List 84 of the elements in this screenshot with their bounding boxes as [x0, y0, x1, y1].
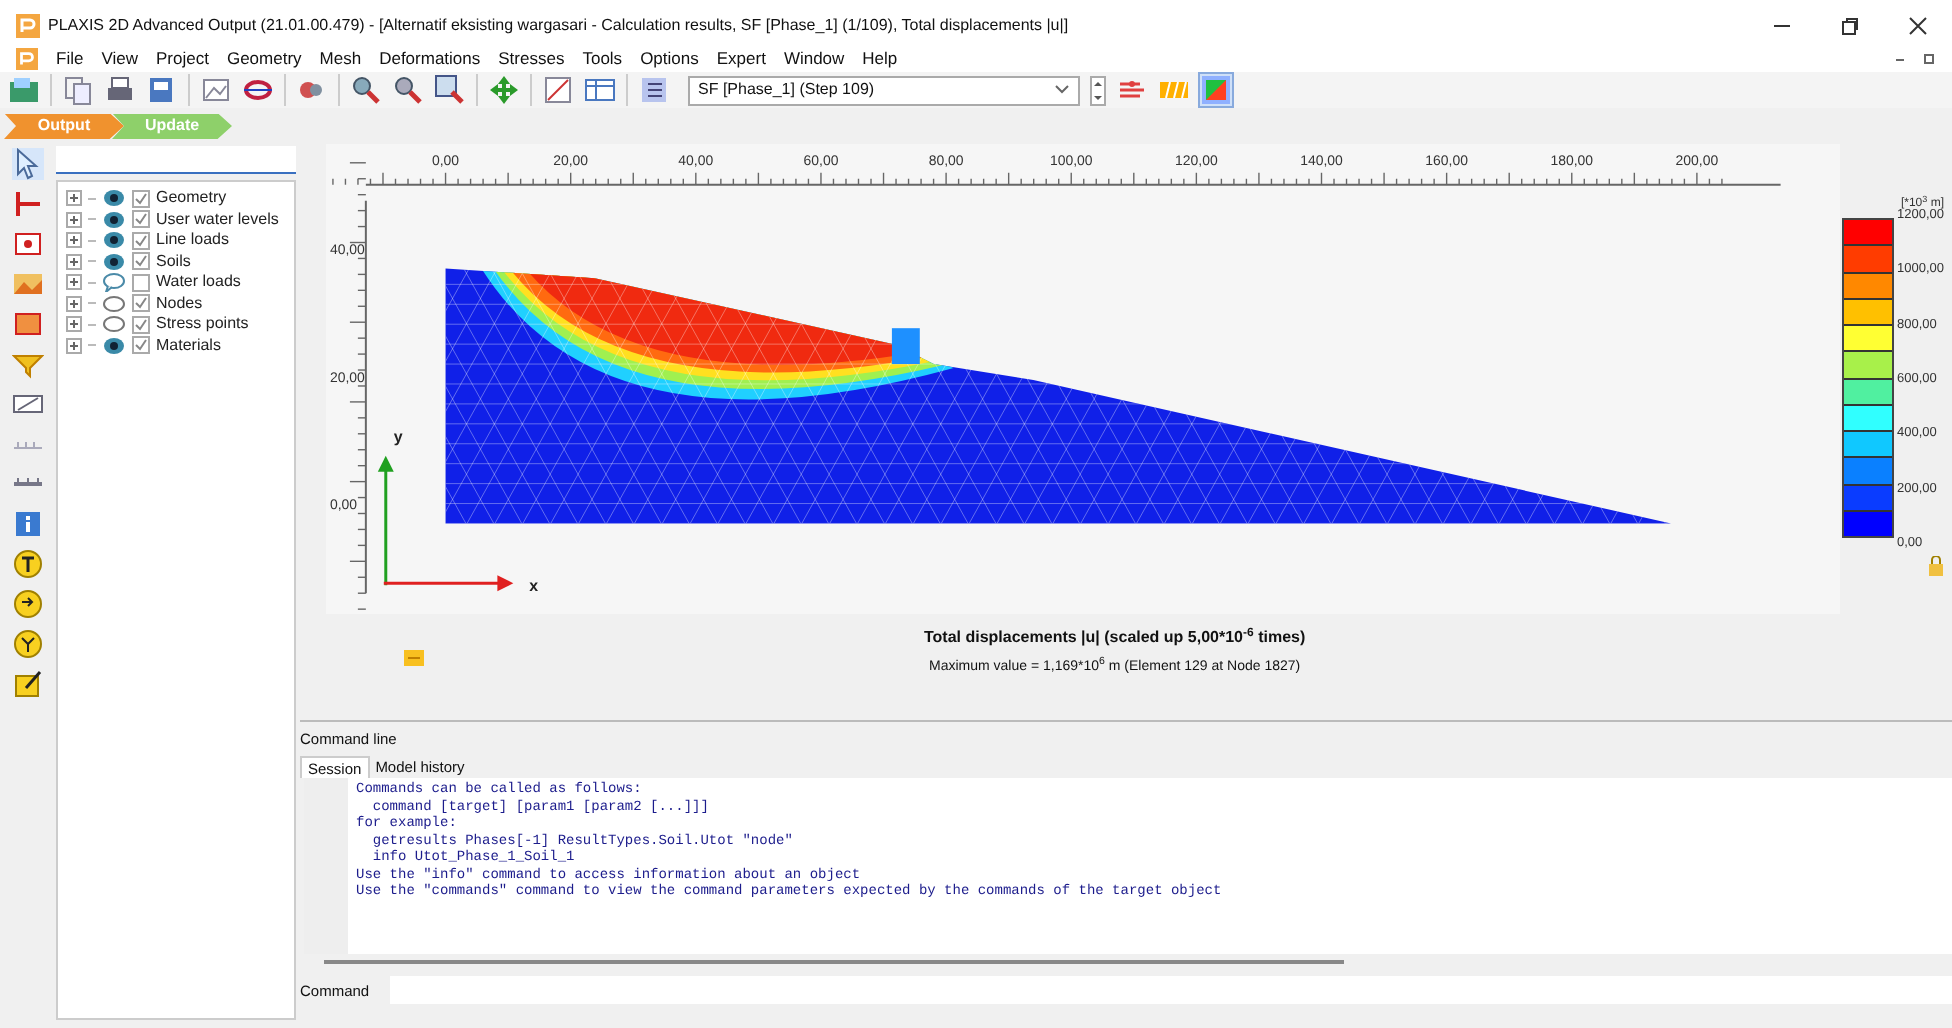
zoom-out-icon[interactable] [392, 74, 424, 106]
axis-label: y [393, 427, 403, 446]
eye-icon[interactable] [102, 251, 126, 272]
restore-icon[interactable] [1924, 52, 1936, 64]
checkbox[interactable] [132, 252, 150, 271]
checkbox[interactable] [132, 336, 150, 355]
close-icon[interactable] [1908, 16, 1928, 36]
contour-icon[interactable] [1200, 74, 1232, 106]
speech-bubble-icon[interactable] [102, 272, 126, 293]
tree-item-label[interactable]: Water loads [156, 270, 241, 295]
expand-icon[interactable] [66, 232, 82, 249]
menu-item[interactable]: File [56, 45, 84, 71]
select-points-icon[interactable] [12, 228, 44, 260]
x-axis-arrow [383, 575, 514, 592]
checkbox[interactable] [132, 294, 150, 313]
menu-item[interactable]: Options [640, 45, 699, 71]
tree-item-label[interactable]: User water levels [156, 207, 279, 232]
search-field[interactable] [56, 146, 296, 174]
tree-item-label[interactable]: Stress points [156, 312, 249, 337]
cursor-icon[interactable] [12, 148, 44, 180]
tree-item-label[interactable]: Materials [156, 333, 221, 358]
scrollbar[interactable] [324, 960, 1344, 965]
menu-item[interactable]: Deformations [379, 45, 481, 71]
arrow-label-icon[interactable] [12, 588, 44, 620]
cross-section-icon[interactable] [12, 188, 44, 220]
ellipse-icon[interactable] [102, 293, 126, 314]
text-label-icon[interactable] [12, 548, 44, 580]
expand-icon[interactable] [66, 316, 82, 333]
menu-item[interactable]: Mesh [319, 45, 362, 71]
eye-icon[interactable] [102, 209, 126, 230]
caption-title: Total displacements |u| (scaled up 5,00*10$^{-6}$ times) [924, 626, 1306, 650]
move-arrows-icon[interactable] [488, 74, 520, 106]
area-icon[interactable] [12, 308, 44, 340]
chevron-down-icon [1054, 84, 1070, 96]
zoom-in-icon[interactable] [350, 74, 382, 106]
picture-icon[interactable] [200, 74, 232, 106]
tag-icon [404, 650, 424, 666]
report-icon[interactable] [146, 74, 178, 106]
checkbox[interactable] [132, 231, 150, 250]
image-icon[interactable] [12, 268, 44, 300]
fork-label-icon[interactable] [12, 628, 44, 660]
expand-icon[interactable] [66, 253, 82, 270]
expand-icon[interactable] [66, 295, 82, 312]
tree-item-label[interactable]: Geometry [156, 186, 227, 211]
menu-item[interactable]: Tools [582, 45, 623, 71]
expand-icon[interactable] [66, 337, 82, 354]
menu-item[interactable]: Help [862, 45, 898, 71]
y-axis-arrow [377, 455, 394, 586]
eye-icon[interactable] [102, 230, 126, 251]
zoom-window-icon[interactable] [434, 74, 466, 106]
tree-item-label[interactable]: Nodes [156, 291, 203, 316]
eye-icon[interactable] [102, 335, 126, 356]
menu-item[interactable]: View [101, 45, 138, 71]
table-icon[interactable] [584, 74, 616, 106]
spinner-icon[interactable] [1090, 75, 1106, 105]
expand-icon[interactable] [66, 274, 82, 291]
info-icon[interactable] [12, 508, 44, 540]
app-logo-icon [16, 14, 40, 38]
restore-icon[interactable] [1840, 16, 1860, 36]
eye-icon[interactable] [102, 188, 126, 209]
checkbox[interactable] [132, 273, 150, 292]
ring-icon[interactable] [242, 74, 274, 106]
expand-icon[interactable] [66, 190, 82, 207]
menu-item[interactable]: Stresses [498, 45, 565, 71]
window-title: PLAXIS 2D Advanced Output (21.01.00.479) - [Alternatif eksisting wargasari - Calculation results, SF [Phase_1] (1/109), Total displacements |u|] [48, 14, 1071, 38]
tree-item-label[interactable]: Line loads [156, 228, 229, 253]
expand-icon[interactable] [66, 211, 82, 228]
checkbox[interactable] [132, 189, 150, 208]
graph-icon[interactable] [542, 74, 574, 106]
lock-icon[interactable] [1928, 556, 1944, 576]
menu-item[interactable]: Expert [716, 45, 766, 71]
ellipse-icon[interactable] [102, 314, 126, 335]
step-dropdown[interactable]: SF [Phase_1] (Step 109) [688, 75, 1080, 105]
axis-label: x [529, 577, 539, 596]
print-icon[interactable] [104, 74, 136, 106]
menu-item[interactable]: Geometry [226, 45, 302, 71]
pencil-label-icon[interactable] [12, 668, 44, 700]
menu-item[interactable]: Window [783, 45, 845, 71]
checkbox[interactable] [132, 210, 150, 229]
menu-item[interactable]: Project [155, 45, 209, 71]
checkbox[interactable] [132, 315, 150, 334]
copy-icon[interactable] [62, 74, 94, 106]
tree-item-label[interactable]: Soils [156, 249, 191, 274]
list-icon[interactable] [638, 74, 670, 106]
